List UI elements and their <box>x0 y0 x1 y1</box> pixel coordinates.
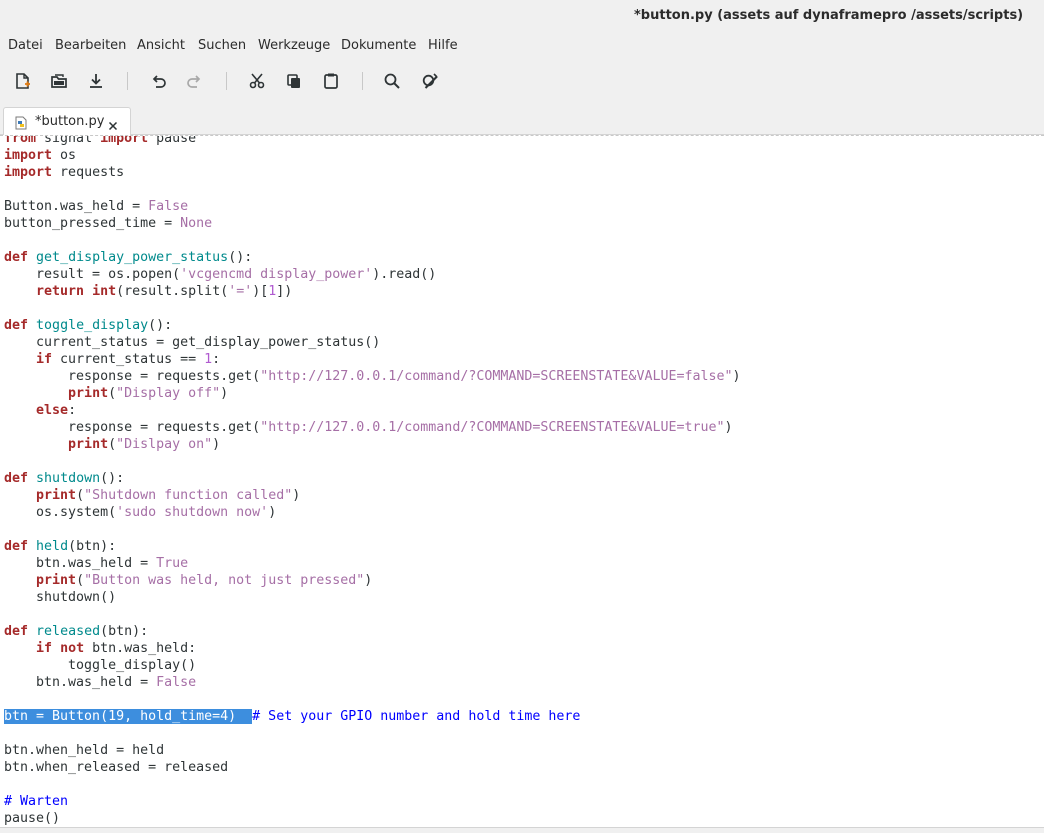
code-line[interactable] <box>4 606 741 623</box>
code-line[interactable]: pause() <box>4 810 741 827</box>
save-icon[interactable] <box>85 70 107 92</box>
code-line[interactable]: import requests <box>4 164 741 181</box>
open-document-icon[interactable] <box>48 70 70 92</box>
code-line[interactable]: print("Dislpay on") <box>4 436 741 453</box>
menu-dokumente[interactable]: Dokumente <box>341 38 416 53</box>
toolbar-separator <box>362 72 363 90</box>
tab-bar: *button.py <box>0 104 1044 135</box>
code-line[interactable]: shutdown() <box>4 589 741 606</box>
toolbar-separator <box>226 72 227 90</box>
code-line[interactable] <box>4 232 741 249</box>
menu-datei[interactable]: Datei <box>8 38 43 53</box>
menu-suchen[interactable]: Suchen <box>198 38 246 53</box>
window-title: *button.py (assets auf dynaframepro /ass… <box>634 8 1024 23</box>
code-line[interactable]: def toggle_display(): <box>4 317 741 334</box>
code-line[interactable]: def get_display_power_status(): <box>4 249 741 266</box>
code-line[interactable]: if current_status == 1: <box>4 351 741 368</box>
code-line[interactable]: btn.was_held = True <box>4 555 741 572</box>
code-line[interactable]: from signal import pause <box>4 136 741 147</box>
code-line[interactable]: Button.was_held = False <box>4 198 741 215</box>
code-line[interactable]: response = requests.get("http://127.0.0.… <box>4 419 741 436</box>
code-line[interactable]: print("Display off") <box>4 385 741 402</box>
replace-icon[interactable] <box>419 70 441 92</box>
code-line[interactable]: def released(btn): <box>4 623 741 640</box>
tab-button-py[interactable]: *button.py <box>3 107 131 135</box>
search-icon[interactable] <box>381 70 403 92</box>
code-line[interactable] <box>4 521 741 538</box>
code-line[interactable]: if not btn.was_held: <box>4 640 741 657</box>
code-line[interactable]: def held(btn): <box>4 538 741 555</box>
code-line[interactable]: def shutdown(): <box>4 470 741 487</box>
code-line[interactable]: else: <box>4 402 741 419</box>
text-editor-window: *button.py (assets auf dynaframepro /ass… <box>0 0 1044 833</box>
code-line[interactable]: btn.when_held = held <box>4 742 741 759</box>
menu-ansicht[interactable]: Ansicht <box>137 38 185 53</box>
code-line[interactable]: os.system('sudo shutdown now') <box>4 504 741 521</box>
toolbar-separator <box>127 72 128 90</box>
code-line[interactable] <box>4 776 741 793</box>
code-line[interactable] <box>4 691 741 708</box>
paste-icon[interactable] <box>320 70 342 92</box>
code-line[interactable]: btn.was_held = False <box>4 674 741 691</box>
title-bar: *button.py (assets auf dynaframepro /ass… <box>0 0 1044 34</box>
menu-werkzeuge[interactable]: Werkzeuge <box>258 38 330 53</box>
code-line[interactable] <box>4 453 741 470</box>
code-line[interactable]: return int(result.split('=')[1]) <box>4 283 741 300</box>
code-line[interactable]: response = requests.get("http://127.0.0.… <box>4 368 741 385</box>
code-line[interactable] <box>4 181 741 198</box>
python-file-icon <box>15 115 27 134</box>
code-line[interactable] <box>4 725 741 742</box>
code-editor[interactable]: from signal import pause import os import … <box>0 135 1044 828</box>
code-line[interactable]: import os <box>4 147 741 164</box>
code-text[interactable]: from signal import pause import os import … <box>4 136 741 827</box>
code-line[interactable]: btn.when_released = released <box>4 759 741 776</box>
code-line[interactable]: print("Shutdown function called") <box>4 487 741 504</box>
code-line[interactable]: result = os.popen('vcgencmd display_powe… <box>4 266 741 283</box>
code-line[interactable]: current_status = get_display_power_statu… <box>4 334 741 351</box>
tab-label: *button.py <box>35 114 105 129</box>
code-line[interactable]: button_pressed_time = None <box>4 215 741 232</box>
code-line[interactable]: print("Button was held, not just pressed… <box>4 572 741 589</box>
cut-icon[interactable] <box>246 70 268 92</box>
redo-icon[interactable] <box>184 70 206 92</box>
toolbar <box>0 58 1044 104</box>
copy-icon[interactable] <box>283 70 305 92</box>
code-line[interactable]: btn = Button(19, hold_time=4) # Set your… <box>4 708 741 725</box>
code-line[interactable] <box>4 300 741 317</box>
menu-bar: Datei Bearbeiten Ansicht Suchen Werkzeug… <box>0 34 1044 58</box>
new-document-icon[interactable] <box>11 70 33 92</box>
close-icon[interactable] <box>108 116 118 135</box>
code-line[interactable]: # Warten <box>4 793 741 810</box>
code-line[interactable]: toggle_display() <box>4 657 741 674</box>
menu-bearbeiten[interactable]: Bearbeiten <box>55 38 126 53</box>
undo-icon[interactable] <box>147 70 169 92</box>
menu-hilfe[interactable]: Hilfe <box>428 38 458 53</box>
status-bar <box>0 827 1044 833</box>
